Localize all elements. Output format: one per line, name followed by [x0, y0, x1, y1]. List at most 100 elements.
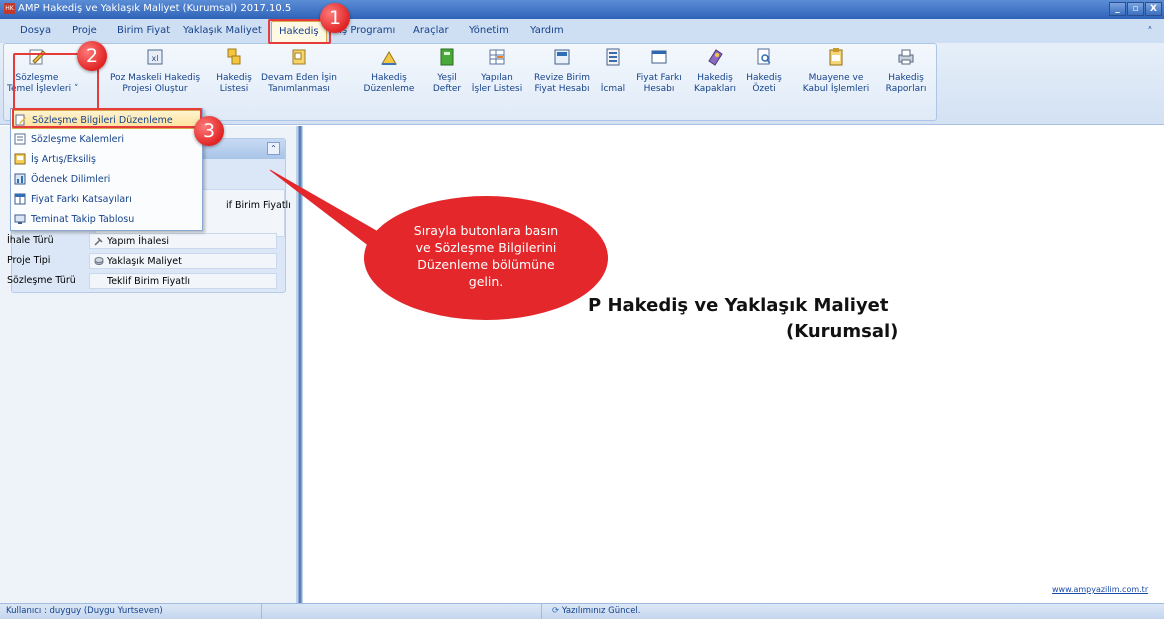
grid-icon [14, 193, 26, 205]
field-label: İhale Türü [7, 235, 54, 246]
poz-maskeli-hakedis-button[interactable]: xl Poz Maskeli Hakediş Projesi Oluştur [108, 47, 202, 95]
ribbon-label: Defter [432, 84, 462, 94]
status-empty-segment [262, 604, 542, 619]
monitor-icon [14, 214, 26, 224]
tab-birim-fiyat[interactable]: Birim Fiyat [117, 25, 170, 36]
contract-type-partial-text: if Birim Fiyatlı [226, 200, 291, 211]
minimize-button[interactable]: _ [1109, 2, 1126, 16]
main-area [303, 126, 1164, 603]
ribbon-label: Hakediş [888, 73, 924, 83]
tab-araclar[interactable]: Araçlar [413, 25, 449, 36]
status-user: Kullanıcı : duyguy (Duygu Yurtseven) [6, 606, 163, 616]
svg-text:xl: xl [152, 54, 159, 63]
window-title: AMP Hakediş ve Yaklaşık Maliyet (Kurumsa… [18, 3, 292, 14]
ribbon-label: Fiyat Hesabı [534, 84, 590, 94]
menu-item-label: İş Artış/Eksiliş [31, 154, 97, 165]
collapse-up-icon[interactable]: ⌃ [267, 142, 280, 155]
fiyat-farki-hesabi-button[interactable]: Fiyat Farkı Hesabı [636, 47, 682, 95]
proje-tipi-row: Proje Tipi Yaklaşık Maliyet [7, 253, 277, 269]
menu-item-label: Fiyat Farkı Katsayıları [31, 194, 132, 205]
ribbon-label: Projesi Oluştur [122, 84, 188, 94]
excel-icon: xl [147, 49, 163, 65]
field-value: Yapım İhalesi [107, 236, 169, 247]
yesil-defter-button[interactable]: Yeşil Defter [431, 47, 463, 95]
table-icon [489, 49, 505, 65]
tab-is-programi[interactable]: İş Programı [339, 25, 395, 36]
ribbon-label: Muayene ve [808, 73, 864, 83]
tab-yaklasik-maliyet[interactable]: Yaklaşık Maliyet [183, 25, 262, 36]
sozlesme-turu-field[interactable]: Teklif Birim Fiyatlı [89, 273, 277, 289]
field-value: Yaklaşık Maliyet [107, 256, 182, 267]
clipboard-icon [829, 48, 843, 66]
menu-bar: Dosya Proje Birim Fiyat Yaklaşık Maliyet… [0, 19, 1164, 43]
muayene-kabul-button[interactable]: Muayene ve Kabul İşlemleri [796, 47, 876, 95]
menu-item-teminat-takip[interactable]: Teminat Takip Tablosu [12, 210, 201, 229]
tab-yardim[interactable]: Yardım [530, 25, 564, 36]
status-user-segment: Kullanıcı : duyguy (Duygu Yurtseven) [0, 604, 262, 619]
status-update-text: ⟳ Yazılımınız Güncel. [552, 606, 641, 616]
menu-item-fiyat-farki-katsayilari[interactable]: Fiyat Farkı Katsayıları [12, 190, 201, 209]
doc-lines-icon [14, 133, 26, 145]
menu-item-is-artis-eksilis[interactable]: İş Artış/Eksiliş [12, 150, 201, 169]
yapilan-isler-button[interactable]: Yapılan İşler Listesi [469, 47, 525, 95]
ribbon-label: Yeşil [437, 73, 457, 83]
callout-text: Sırayla butonlara basın ve Sözleşme Bilg… [383, 222, 589, 290]
ribbon-label: Hakediş [216, 73, 252, 83]
ribbon-label: Devam Eden İşin [261, 73, 337, 83]
menu-item-label: Teminat Takip Tablosu [31, 214, 135, 225]
price-diff-icon [651, 50, 667, 64]
icmal-button[interactable]: İcmal [598, 47, 628, 95]
step-badge-1: 1 [320, 3, 350, 33]
revize-birim-fiyat-button[interactable]: Revize Birim Fiyat Hesabı [530, 47, 594, 95]
printer-icon [898, 49, 914, 65]
hakedis-listesi-button[interactable]: Hakediş Listesi [214, 47, 254, 95]
app-title-line2: (Kurumsal) [786, 321, 899, 342]
coins-icon [94, 257, 104, 265]
hakedis-ozeti-button[interactable]: Hakediş Özeti [745, 47, 783, 95]
menu-item-sozlesme-kalemleri[interactable]: Sözleşme Kalemleri [12, 130, 201, 149]
menu-item-label: Sözleşme Kalemleri [31, 134, 125, 145]
hakedis-kapaklari-button[interactable]: Hakediş Kapakları [694, 47, 736, 95]
step-badge-2: 2 [77, 41, 107, 71]
status-bar: Kullanıcı : duyguy (Duygu Yurtseven) ⟳ Y… [0, 603, 1164, 619]
devam-eden-isin-button[interactable]: Devam Eden İşin Tanımlanması [259, 47, 339, 95]
ribbon-label: Kabul İşlemleri [802, 84, 870, 94]
ihale-turu-field[interactable]: Yapım İhalesi [89, 233, 277, 249]
ribbon-label: Hakediş [746, 73, 782, 83]
window-controls: _ ▫ X [1109, 2, 1162, 16]
search-doc-icon [757, 48, 771, 65]
ribbon-label: Poz Maskeli Hakediş [109, 73, 201, 83]
maximize-button[interactable]: ▫ [1127, 2, 1144, 16]
ribbon-label: Hesabı [643, 84, 675, 94]
ribbon-label: Revize Birim [534, 73, 590, 83]
app-icon: HK [4, 3, 15, 14]
hakedis-raporlari-button[interactable]: Hakediş Raporları [884, 47, 928, 95]
proje-tipi-field[interactable]: Yaklaşık Maliyet [89, 253, 277, 269]
ribbon-collapse-icon[interactable]: ᶺ [1148, 25, 1152, 35]
tab-proje[interactable]: Proje [72, 25, 97, 36]
menu-item-label: Ödenek Dilimleri [31, 174, 111, 185]
ribbon-label: İcmal [600, 84, 626, 94]
app-title-line1: P Hakediş ve Yaklaşık Maliyet [588, 295, 889, 316]
sozlesme-turu-row: Sözleşme Türü Teklif Birim Fiyatlı [7, 273, 277, 289]
menu-item-odenek-dilimleri[interactable]: Ödenek Dilimleri [12, 170, 201, 189]
cover-icon [708, 49, 723, 66]
hakedis-duzenleme-button[interactable]: Hakediş Düzenleme [361, 47, 417, 95]
ribbon-label: Tanımlanması [268, 84, 330, 94]
close-button[interactable]: X [1145, 2, 1162, 16]
ribbon-label: Raporları [885, 84, 927, 94]
update-icon: ⟳ [552, 606, 560, 616]
field-label: Sözleşme Türü [7, 275, 76, 286]
work-define-icon [292, 49, 306, 65]
step-badge-3: 3 [194, 116, 224, 146]
green-book-icon [440, 48, 454, 66]
summary-icon [606, 48, 620, 66]
website-link[interactable]: www.ampyazilim.com.tr [1052, 585, 1148, 594]
tab-yonetim[interactable]: Yönetim [469, 25, 509, 36]
highlight-menu-item [12, 108, 202, 128]
bars-icon [14, 173, 26, 185]
ribbon-label: Listesi [219, 84, 249, 94]
tab-dosya[interactable]: Dosya [20, 25, 51, 36]
ribbon-label: İşler Listesi [471, 84, 523, 94]
ribbon-label: Düzenleme [363, 84, 415, 94]
